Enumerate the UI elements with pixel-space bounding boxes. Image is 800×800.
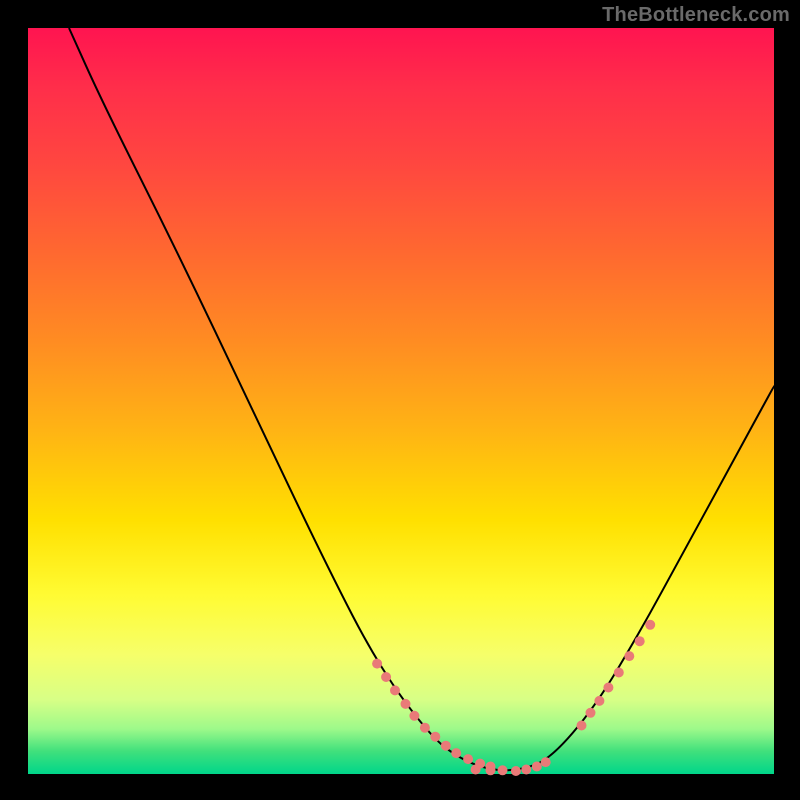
marker-dot — [430, 732, 440, 742]
marker-dot — [372, 659, 382, 669]
marker-dot — [463, 754, 473, 764]
marker-dot — [451, 748, 461, 758]
marker-dot — [409, 711, 419, 721]
marker-dot — [577, 721, 587, 731]
marker-dot — [541, 757, 551, 767]
marker-dot — [586, 708, 596, 718]
marker-dot — [635, 636, 645, 646]
marker-dot — [390, 685, 400, 695]
watermark-text: TheBottleneck.com — [602, 4, 790, 27]
curve-markers — [372, 620, 655, 776]
marker-dot — [471, 765, 481, 775]
marker-dot — [624, 651, 634, 661]
marker-dot — [532, 762, 542, 772]
marker-dot — [521, 765, 531, 775]
marker-dot — [603, 683, 613, 693]
marker-dot — [614, 668, 624, 678]
chart-svg — [28, 28, 774, 774]
chart-frame: TheBottleneck.com — [0, 0, 800, 800]
marker-dot — [645, 620, 655, 630]
marker-dot — [486, 765, 496, 775]
marker-dot — [401, 699, 411, 709]
marker-dot — [441, 741, 451, 751]
bottleneck-curve — [69, 28, 774, 770]
marker-dot — [381, 672, 391, 682]
marker-dot — [511, 766, 521, 776]
marker-dot — [594, 696, 604, 706]
marker-dot — [498, 765, 508, 775]
marker-dot — [420, 723, 430, 733]
